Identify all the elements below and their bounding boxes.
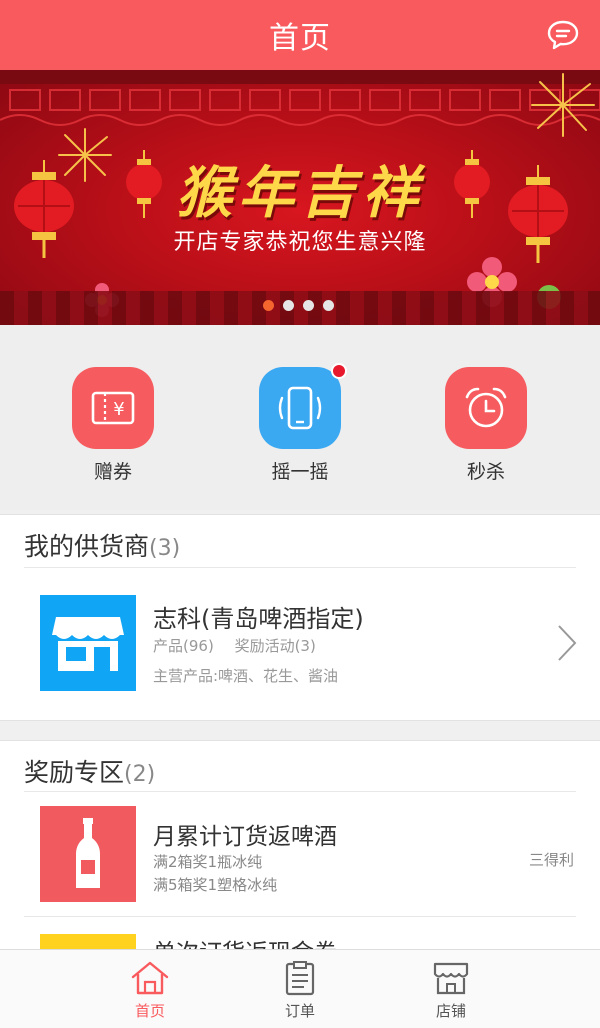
chat-bubble-icon[interactable] (546, 19, 580, 51)
carousel-indicator[interactable] (263, 300, 334, 311)
tab-orders[interactable]: 订单 (240, 950, 360, 1028)
rewards-heading-text: 奖励专区 (24, 758, 125, 787)
banner-title: 猴年吉祥 (176, 160, 424, 226)
rewards-section: 奖励专区(2) 月累计订货返啤酒 满2箱奖1瓶冰纯 满5箱奖1塑格冰纯 三得利 … (0, 740, 600, 966)
svg-text:¥: ¥ (113, 399, 124, 420)
order-list-icon (285, 961, 315, 996)
reward-brand: 三得利 (528, 851, 574, 869)
supplier-count: (3) (149, 536, 181, 561)
coupon-button[interactable]: ¥ 赠券 (63, 367, 163, 484)
supplier-products: 产品(96) (153, 637, 214, 655)
tab-store-label: 店铺 (435, 1002, 466, 1020)
supplier-meta: 产品(96) 奖励活动(3) (153, 635, 316, 656)
reward-title: 月累计订货返啤酒 (153, 824, 337, 850)
home-icon (131, 961, 169, 995)
reward-rule: 满5箱奖1塑格冰纯 (153, 876, 278, 894)
rewards-heading: 奖励专区(2) (24, 753, 155, 789)
phone-shake-icon (259, 363, 347, 449)
rewards-count: (2) (124, 762, 156, 787)
notification-badge (331, 363, 347, 379)
supplier-name: 志科(青岛啤酒指定) (153, 605, 364, 633)
wine-bottle-icon (40, 806, 136, 902)
bottom-tab-bar: 首页 订单 店铺 (0, 949, 600, 1028)
alarm-clock-icon (445, 367, 527, 449)
coupon-label: 赠券 (93, 461, 132, 483)
supplier-activities: 奖励活动(3) (234, 637, 316, 655)
supplier-heading-text: 我的供货商 (24, 532, 150, 561)
reward-rule: 满2箱奖1瓶冰纯 (153, 853, 263, 871)
carousel-dot[interactable] (263, 300, 274, 311)
promo-banner[interactable]: 猴年吉祥 开店专家恭祝您生意兴隆 (0, 70, 600, 325)
flash-sale-label: 秒杀 (466, 461, 505, 483)
carousel-dot[interactable] (323, 300, 334, 311)
banner-subtitle: 开店专家恭祝您生意兴隆 (173, 230, 427, 255)
tab-store[interactable]: 店铺 (391, 950, 511, 1028)
tab-home[interactable]: 首页 (90, 950, 210, 1028)
coupon-icon: ¥ (72, 367, 154, 449)
supplier-main-products: 主营产品:啤酒、花生、酱油 (153, 667, 339, 685)
divider (24, 916, 576, 917)
divider (24, 567, 576, 568)
shake-label: 摇一摇 (271, 461, 329, 483)
page-title: 首页 (269, 21, 331, 56)
app-header: 首页 (0, 0, 600, 70)
carousel-dot[interactable] (283, 300, 294, 311)
divider (24, 791, 576, 792)
store-icon (433, 962, 469, 995)
tab-home-label: 首页 (134, 1002, 165, 1020)
carousel-dot[interactable] (303, 300, 314, 311)
shake-button[interactable]: 摇一摇 (250, 363, 350, 484)
tab-orders-label: 订单 (284, 1002, 315, 1020)
storefront-icon (40, 595, 136, 691)
flash-sale-button[interactable]: 秒杀 (436, 367, 536, 484)
supplier-section: 我的供货商(3) 志科(青岛啤酒指定) 产品(96) 奖励活动(3) 主营产品:… (0, 514, 600, 721)
chevron-right-icon[interactable] (556, 623, 578, 663)
firework-icon (531, 73, 595, 137)
quick-actions: ¥ 赠券 摇一摇 秒杀 (0, 325, 600, 510)
supplier-heading: 我的供货商(3) (24, 527, 180, 563)
